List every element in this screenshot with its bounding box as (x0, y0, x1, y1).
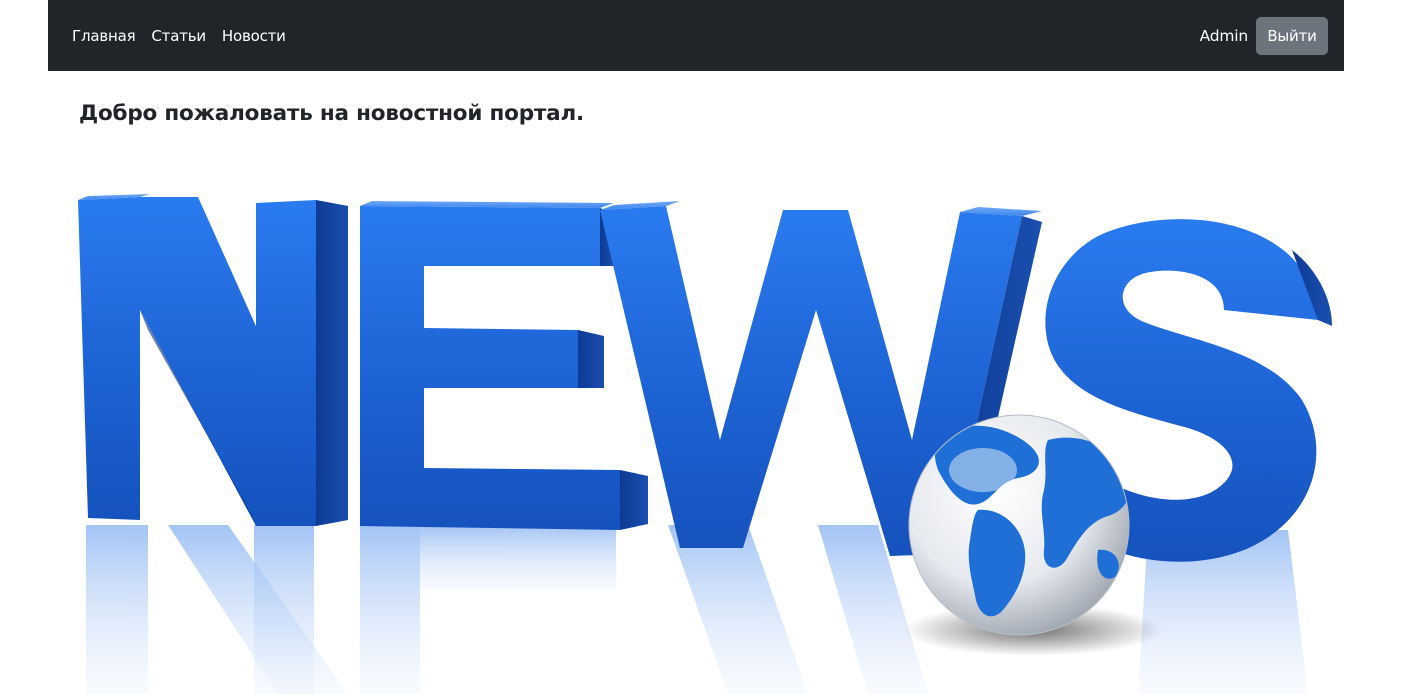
nav-link-news[interactable]: Новости (222, 27, 286, 45)
nav-user-area: Admin Выйти (1199, 16, 1328, 55)
top-navbar: Главная Статьи Новости Admin Выйти (48, 0, 1344, 71)
letter-n (78, 194, 348, 526)
letter-e (360, 201, 648, 530)
welcome-heading: Добро пожаловать на новостной портал. (79, 101, 585, 126)
logout-button[interactable]: Выйти (1256, 16, 1328, 55)
nav-link-home[interactable]: Главная (72, 27, 136, 45)
hero-news-image (48, 170, 1344, 694)
username-label: Admin (1199, 26, 1249, 45)
nav-link-articles[interactable]: Статьи (151, 27, 206, 45)
page-container: Главная Статьи Новости Admin Выйти Добро… (48, 0, 1344, 694)
news-banner-graphic (78, 194, 1332, 694)
nav-links: Главная Статьи Новости (72, 27, 286, 45)
